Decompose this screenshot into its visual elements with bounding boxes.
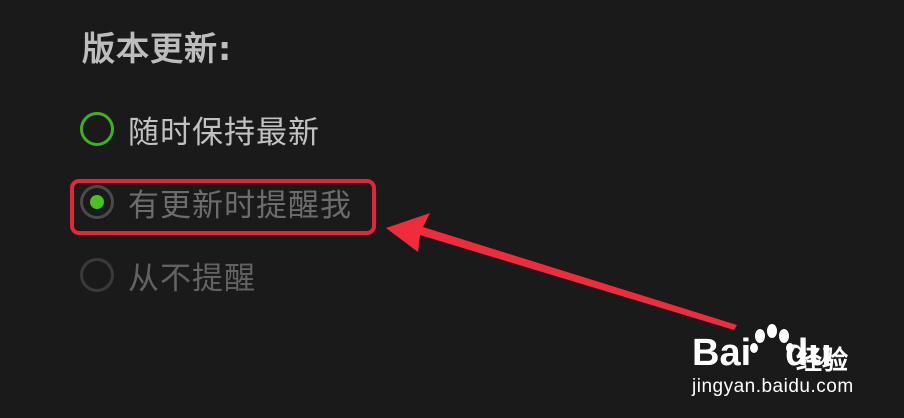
- settings-panel: 版本更新: 随时保持最新 有更新时提醒我 从不提醒 Bai du 经验 jingy…: [0, 0, 904, 418]
- arrow-icon: [386, 213, 737, 330]
- baidu-jingyan-text: 经验: [796, 346, 849, 376]
- watermark-url: jingyan.baidu.com: [692, 376, 854, 397]
